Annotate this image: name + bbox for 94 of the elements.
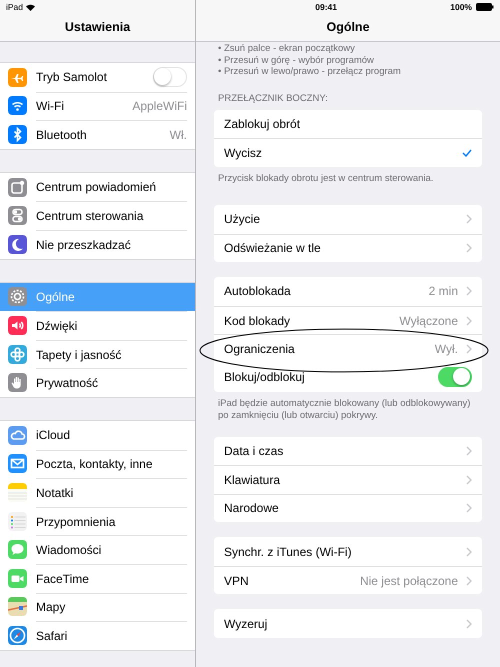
item-label: Tryb Samolot bbox=[36, 69, 107, 86]
item-label: Ogólne bbox=[36, 288, 75, 306]
item-label: Centrum powiadomień bbox=[36, 179, 156, 196]
sidebar-item[interactable]: Wi-Fi AppleWiFi bbox=[0, 92, 195, 120]
clock-time: 09:41 bbox=[315, 0, 337, 14]
section-footer: Przycisk blokady obrotu jest w centrum sterowania. bbox=[196, 172, 500, 185]
item-label: Mapy bbox=[36, 599, 66, 616]
row-label: VPN bbox=[224, 572, 249, 590]
item-label: Notatki bbox=[36, 484, 74, 502]
row-label: Użycie bbox=[224, 211, 260, 228]
settings-row[interactable]: Blokuj/odblokuj bbox=[214, 362, 482, 392]
item-label: Wi-Fi bbox=[36, 98, 64, 116]
settings-row[interactable]: Użycie bbox=[214, 204, 482, 234]
device-name: iPad bbox=[6, 0, 24, 14]
item-label: Dźwięki bbox=[36, 318, 78, 335]
settings-row[interactable]: Odświeżanie w tle bbox=[214, 234, 482, 262]
row-label: Odświeżanie w tle bbox=[224, 240, 321, 258]
sidebar-item[interactable]: Przypomnienia bbox=[0, 506, 195, 536]
settings-row[interactable]: Wycisz bbox=[214, 138, 482, 167]
item-label: Safari bbox=[36, 628, 68, 645]
chevron-icon bbox=[466, 474, 472, 485]
chevron-icon bbox=[466, 618, 472, 629]
sidebar-item[interactable]: Tryb Samolot bbox=[0, 63, 195, 92]
row-label: Narodowe bbox=[224, 500, 279, 518]
sidebar-item[interactable]: Nie przeszkadzać bbox=[0, 230, 195, 259]
item-label: Bluetooth bbox=[36, 126, 87, 144]
row-label: Synchr. z iTunes (Wi-Fi) bbox=[224, 544, 352, 561]
chevron-icon bbox=[466, 446, 472, 456]
item-label: Prywatność bbox=[36, 375, 98, 392]
instruction-line: • Zsuń palce - ekran początkowy bbox=[218, 43, 356, 54]
sidebar-item[interactable]: Wiadomości bbox=[0, 535, 195, 564]
chevron-icon bbox=[466, 503, 472, 514]
section-header: PRZEŁĄCZNIK BOCZNY: bbox=[217, 92, 329, 106]
sidebar-title: Ustawienia bbox=[0, 14, 195, 42]
chevron-icon bbox=[466, 546, 472, 557]
item-label: Centrum sterowania bbox=[36, 208, 144, 226]
instruction-line: • Przesuń w górę - wybór programów bbox=[218, 54, 375, 66]
sidebar-item[interactable]: Poczta, kontakty, inne bbox=[0, 450, 195, 478]
lock-switch[interactable] bbox=[438, 367, 472, 388]
settings-row[interactable]: Data i czas bbox=[214, 436, 482, 466]
item-value: AppleWiFi bbox=[132, 98, 187, 116]
item-label: iCloud bbox=[36, 427, 70, 444]
row-label: Wycisz bbox=[224, 145, 262, 162]
row-label: Wyzeruj bbox=[224, 616, 268, 633]
chevron-icon bbox=[466, 316, 472, 326]
sidebar-item[interactable]: Notatki bbox=[0, 478, 195, 507]
item-label: Poczta, kontakty, inne bbox=[36, 456, 153, 474]
settings-row[interactable]: Kod blokady Wyłączone bbox=[214, 306, 482, 334]
sidebar-item[interactable]: Tapety i jasność bbox=[0, 340, 195, 368]
row-label: Kod blokady bbox=[224, 312, 290, 330]
row-value: Nie jest połączone bbox=[360, 572, 458, 590]
row-label: Blokuj/odblokuj bbox=[224, 369, 305, 386]
settings-row[interactable]: Narodowe bbox=[214, 494, 482, 522]
airplane-mode-switch[interactable] bbox=[153, 67, 187, 88]
chevron-icon bbox=[466, 576, 472, 586]
settings-row[interactable]: Zablokuj obrót bbox=[214, 110, 482, 138]
row-label: Data i czas bbox=[224, 442, 284, 460]
row-label: Zablokuj obrót bbox=[224, 116, 300, 134]
item-value: Wł. bbox=[170, 126, 187, 144]
settings-row[interactable]: Synchr. z iTunes (Wi-Fi) bbox=[214, 537, 482, 566]
item-label: Wiadomości bbox=[36, 542, 102, 560]
sidebar-item[interactable]: Safari bbox=[0, 621, 195, 650]
sidebar-item[interactable]: Centrum powiadomień bbox=[0, 172, 195, 202]
row-label: Klawiatura bbox=[224, 472, 280, 489]
chevron-icon bbox=[466, 344, 472, 354]
settings-row[interactable]: Autoblokada 2 min bbox=[214, 277, 482, 306]
settings-row[interactable]: VPN Nie jest połączone bbox=[214, 566, 482, 594]
chevron-icon bbox=[466, 243, 472, 254]
sidebar-item[interactable]: Dźwięki bbox=[0, 311, 195, 340]
sidebar-item[interactable]: Prywatność bbox=[0, 368, 195, 397]
settings-row[interactable]: Klawiatura bbox=[214, 465, 482, 494]
item-label: Tapety i jasność bbox=[36, 346, 122, 364]
chevron-icon bbox=[466, 214, 472, 224]
sidebar-item[interactable]: Centrum sterowania bbox=[0, 201, 195, 230]
row-value: Wył. bbox=[434, 341, 458, 358]
item-label: Przypomnienia bbox=[36, 514, 116, 531]
battery-icon bbox=[476, 3, 494, 11]
sidebar-item[interactable]: Mapy bbox=[0, 592, 195, 622]
sidebar-item[interactable]: Bluetooth Wł. bbox=[0, 120, 195, 149]
battery-percent: 100% bbox=[450, 0, 472, 14]
sidebar-item[interactable]: FaceTime bbox=[0, 564, 195, 592]
sidebar-item[interactable]: iCloud bbox=[0, 420, 195, 450]
item-label: FaceTime bbox=[36, 570, 89, 588]
row-label: Autoblokada bbox=[224, 283, 291, 300]
row-label: Ograniczenia bbox=[224, 341, 295, 358]
settings-row[interactable]: Wyzeruj bbox=[214, 609, 482, 638]
row-value: Wyłączone bbox=[399, 312, 458, 330]
instruction-line: • Przesuń w lewo/prawo - przełącz program bbox=[218, 66, 402, 78]
page-title: Ogólne bbox=[196, 14, 500, 42]
section-footer: iPad będzie automatycznie blokowany (lub odblokowywany) po zamknięciu (lub otwarciu) pokrywy. bbox=[196, 398, 500, 422]
chevron-icon bbox=[466, 286, 472, 296]
wifi-signal-icon bbox=[26, 4, 36, 10]
row-value: 2 min bbox=[428, 283, 458, 300]
item-label: Nie przeszkadzać bbox=[36, 236, 131, 254]
